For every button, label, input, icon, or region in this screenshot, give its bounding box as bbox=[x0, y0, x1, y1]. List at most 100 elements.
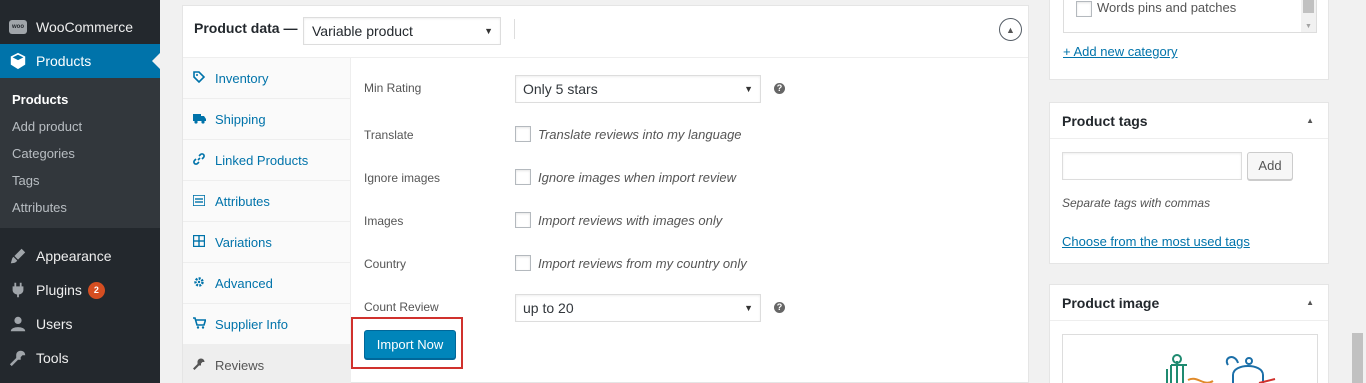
submenu-categories[interactable]: Categories bbox=[0, 140, 160, 167]
product-data-title: Product data — bbox=[194, 20, 298, 36]
tag-input[interactable] bbox=[1062, 152, 1242, 180]
tab-label: Inventory bbox=[215, 70, 269, 86]
tab-inventory[interactable]: Inventory bbox=[183, 58, 350, 99]
translate-label: Translate bbox=[364, 128, 414, 142]
product-type-select[interactable]: Variable product ▼ bbox=[303, 17, 501, 45]
plug-icon bbox=[0, 281, 36, 299]
cube-icon bbox=[0, 52, 36, 70]
menu-appearance[interactable]: Appearance bbox=[0, 239, 160, 273]
images-checkbox[interactable] bbox=[515, 212, 531, 228]
tab-shipping[interactable]: Shipping bbox=[183, 99, 350, 140]
product-type-value: Variable product bbox=[312, 23, 413, 39]
tab-supplier-info[interactable]: Supplier Info bbox=[183, 304, 350, 345]
min-rating-label: Min Rating bbox=[364, 81, 422, 95]
product-tags-box: Product tags ▲ Add Separate tags with co… bbox=[1049, 102, 1329, 264]
tab-reviews[interactable]: Reviews bbox=[183, 345, 350, 383]
category-label: Words pins and patches bbox=[1097, 0, 1237, 15]
tab-label: Supplier Info bbox=[215, 316, 288, 332]
cart-icon bbox=[193, 316, 215, 332]
tab-label: Attributes bbox=[215, 193, 270, 209]
submenu-add-product[interactable]: Add product bbox=[0, 113, 160, 140]
submenu-tags[interactable]: Tags bbox=[0, 167, 160, 194]
menu-label: Products bbox=[36, 53, 92, 69]
menu-label: Appearance bbox=[36, 248, 112, 264]
images-checkbox-text: Import reviews with images only bbox=[538, 213, 723, 228]
dropdown-arrow-icon: ▼ bbox=[744, 303, 753, 313]
category-scrollbar[interactable]: ▼ bbox=[1301, 0, 1316, 32]
menu-products[interactable]: Products bbox=[0, 44, 160, 78]
tag-icon bbox=[193, 70, 215, 86]
menu-woocommerce[interactable]: woo WooCommerce bbox=[0, 10, 160, 44]
help-icon[interactable]: ? bbox=[774, 302, 785, 313]
product-data-header: Product data — Variable product ▼ ▲ bbox=[183, 6, 1028, 58]
collapse-arrow-icon[interactable]: ▲ bbox=[1306, 285, 1314, 321]
tab-attributes[interactable]: Attributes bbox=[183, 181, 350, 222]
submenu-attributes[interactable]: Attributes bbox=[0, 194, 160, 221]
select-value: Only 5 stars bbox=[523, 81, 598, 97]
tab-label: Shipping bbox=[215, 111, 266, 127]
product-image-title[interactable]: Product image ▲ bbox=[1050, 285, 1328, 321]
products-submenu: Products Add product Categories Tags Att… bbox=[0, 78, 160, 228]
add-tag-button[interactable]: Add bbox=[1247, 152, 1293, 180]
scroll-down-icon[interactable]: ▼ bbox=[1305, 23, 1312, 30]
country-checkbox[interactable] bbox=[515, 255, 531, 271]
wrench-icon bbox=[0, 349, 36, 367]
help-icon[interactable]: ? bbox=[774, 83, 785, 94]
ignore-images-label: Ignore images bbox=[364, 171, 441, 185]
tab-label: Reviews bbox=[215, 357, 265, 373]
truck-icon bbox=[193, 112, 215, 127]
menu-tools[interactable]: Tools bbox=[0, 341, 160, 375]
category-list: Words pins and patches ▼ bbox=[1063, 0, 1317, 33]
count-review-label: Count Review bbox=[364, 300, 439, 314]
gear-icon bbox=[193, 276, 215, 291]
tags-hint: Separate tags with commas bbox=[1062, 196, 1211, 210]
box-title: Product tags bbox=[1062, 113, 1148, 129]
choose-most-used-tags-link[interactable]: Choose from the most used tags bbox=[1062, 234, 1250, 249]
brush-icon bbox=[0, 247, 36, 265]
ignore-images-checkbox[interactable] bbox=[515, 169, 531, 185]
country-checkbox-text: Import reviews from my country only bbox=[538, 256, 747, 271]
select-value: up to 20 bbox=[523, 300, 574, 316]
product-data-tabs: Inventory Shipping Linked Products Attri… bbox=[183, 58, 351, 383]
scrollbar-thumb[interactable] bbox=[1303, 0, 1314, 13]
translate-checkbox[interactable] bbox=[515, 126, 531, 142]
tab-advanced[interactable]: Advanced bbox=[183, 263, 350, 304]
woocommerce-icon: woo bbox=[0, 20, 36, 34]
box-title: Product image bbox=[1062, 295, 1160, 311]
tab-label: Advanced bbox=[215, 275, 273, 291]
menu-label: Tools bbox=[36, 350, 69, 366]
country-label: Country bbox=[364, 257, 407, 271]
user-icon bbox=[0, 315, 36, 333]
menu-label: Plugins bbox=[36, 282, 82, 298]
add-new-category-link[interactable]: + Add new category bbox=[1063, 44, 1178, 59]
category-checkbox[interactable] bbox=[1076, 1, 1092, 17]
tab-label: Variations bbox=[215, 234, 272, 250]
product-tags-title[interactable]: Product tags ▲ bbox=[1050, 103, 1328, 139]
menu-users[interactable]: Users bbox=[0, 307, 160, 341]
menu-label: WooCommerce bbox=[36, 19, 133, 35]
count-review-select[interactable]: up to 20 ▼ bbox=[515, 294, 761, 322]
ignore-images-checkbox-text: Ignore images when import review bbox=[538, 170, 736, 185]
tab-variations[interactable]: Variations bbox=[183, 222, 350, 263]
collapse-arrow-icon[interactable]: ▲ bbox=[1306, 103, 1314, 139]
page-scrollbar[interactable] bbox=[1349, 0, 1366, 383]
collapse-toggle-icon[interactable]: ▲ bbox=[999, 18, 1022, 41]
min-rating-select[interactable]: Only 5 stars ▼ bbox=[515, 75, 761, 103]
product-illustration-icon bbox=[1166, 354, 1276, 383]
product-image-thumbnail[interactable] bbox=[1062, 334, 1318, 383]
images-label: Images bbox=[364, 214, 404, 228]
menu-plugins[interactable]: Plugins 2 bbox=[0, 273, 160, 307]
scrollbar-thumb[interactable] bbox=[1352, 333, 1363, 383]
submenu-products[interactable]: Products bbox=[0, 86, 160, 113]
menu-label: Users bbox=[36, 316, 73, 332]
wrench-icon bbox=[193, 358, 215, 373]
product-data-panel: Product data — Variable product ▼ ▲ Inve… bbox=[182, 5, 1029, 383]
translate-checkbox-text: Translate reviews into my language bbox=[538, 127, 742, 142]
tab-linked-products[interactable]: Linked Products bbox=[183, 140, 350, 181]
dropdown-arrow-icon: ▼ bbox=[484, 26, 493, 36]
link-icon bbox=[193, 152, 215, 168]
product-image-box: Product image ▲ bbox=[1049, 284, 1329, 383]
admin-sidebar: woo WooCommerce Products Products Add pr… bbox=[0, 0, 160, 383]
tab-label: Linked Products bbox=[215, 152, 309, 168]
import-now-button[interactable]: Import Now bbox=[364, 330, 456, 359]
